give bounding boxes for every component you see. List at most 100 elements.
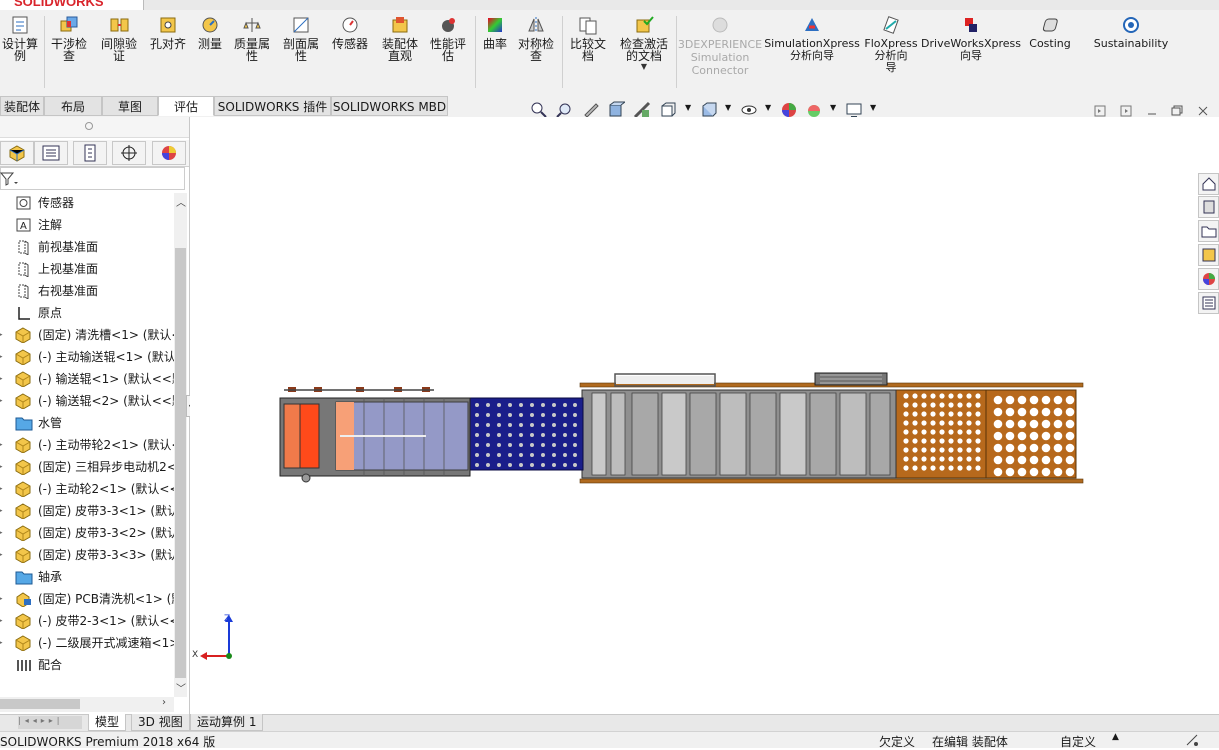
expand-arrow-icon[interactable]: ▸ (0, 632, 4, 654)
panel-splitter[interactable] (0, 117, 189, 138)
tree-item[interactable]: 配合 (0, 654, 175, 676)
expand-arrow-icon[interactable]: ▸ (0, 390, 4, 412)
scroll-down-icon[interactable]: ﹀ (176, 680, 186, 695)
task-pane-home[interactable] (1198, 173, 1219, 195)
unit-system-dropdown-icon[interactable]: ▲ (1112, 732, 1119, 742)
tree-item[interactable]: 轴承 (0, 566, 175, 588)
measure-button[interactable]: 测量 (194, 14, 226, 50)
configurationmanager-tab[interactable] (73, 141, 107, 165)
tab-model[interactable]: 模型 (88, 714, 127, 731)
unit-system[interactable]: 自定义 (1060, 733, 1096, 750)
tab-evaluate[interactable]: 评估 (158, 96, 214, 116)
tree-item[interactable]: ▸ (-) 皮带2-3<1> (默认<< (0, 610, 175, 632)
tree-item[interactable]: ▸ (-) 输送辊<1> (默认<<默 (0, 368, 175, 390)
expand-arrow-icon[interactable]: ▸ (0, 610, 4, 632)
expand-arrow-icon[interactable]: ▸ (0, 588, 4, 610)
tree-item[interactable]: ▸ (固定) 皮带3-3<1> (默认 (0, 500, 175, 522)
scrollbar-thumb[interactable] (0, 699, 80, 709)
propertymanager-tab[interactable] (34, 141, 68, 165)
curvature-button[interactable]: 曲率 (480, 14, 510, 50)
tree-item[interactable]: ▸ (固定) 皮带3-3<2> (默认 (0, 522, 175, 544)
expand-arrow-icon[interactable]: ▸ (0, 324, 4, 346)
mass-properties-button[interactable]: 质量属 性 (230, 14, 274, 62)
tab-solidworks-addins[interactable]: SOLIDWORKS 插件 (214, 96, 331, 116)
design-study-button[interactable]: 设计算 例 (0, 14, 40, 62)
tree-item[interactable]: ▸ (固定) 清洗槽<1> (默认< (0, 324, 175, 346)
quick-tips-icon[interactable] (1185, 733, 1199, 747)
section-properties-button[interactable]: 剖面属 性 (279, 14, 323, 62)
expand-arrow-icon[interactable]: ▸ (0, 500, 4, 522)
assembly-visualization-button[interactable]: 装配体 直观 (377, 14, 423, 62)
display-manager-tab[interactable] (152, 141, 186, 165)
scroll-right-icon[interactable]: › (162, 697, 166, 708)
solidworks-logo[interactable]: SOLIDWORKS (0, 0, 144, 10)
check-active-document-button[interactable]: 检查激活 的文档 ▼ (614, 14, 674, 71)
tree-item[interactable]: ▸ (-) 输送辊<2> (默认<<默 (0, 390, 175, 412)
task-pane-view-palette[interactable] (1198, 244, 1219, 266)
scrollbar-thumb[interactable] (175, 248, 186, 678)
restore-panel-icon[interactable] (1093, 104, 1107, 118)
expand-panel-icon[interactable] (1119, 104, 1133, 118)
tree-item[interactable]: 传感器 (0, 192, 175, 214)
filter-input[interactable] (0, 167, 185, 190)
task-pane-file-explorer[interactable] (1198, 220, 1219, 242)
dropdown-arrow-icon[interactable]: ▼ (765, 103, 771, 112)
tree-item[interactable]: ▸ (-) 二级展开式减速箱<1> (0, 632, 175, 654)
tab-sketch[interactable]: 草图 (102, 96, 158, 116)
costing-button[interactable]: Costing (1026, 14, 1074, 50)
tree-item[interactable]: ▸ (固定) 皮带3-3<3> (默认 (0, 544, 175, 566)
hole-align-button[interactable]: 孔对齐 (146, 14, 190, 50)
interference-check-button[interactable]: 干涉检 查 (48, 14, 90, 62)
expand-arrow-icon[interactable]: ▸ (0, 434, 4, 456)
tab-assembly[interactable]: 装配体 (0, 96, 44, 116)
tab-motion-study-1[interactable]: 运动算例 1 (190, 714, 264, 731)
expand-arrow-icon[interactable]: ▸ (0, 544, 4, 566)
tree-item[interactable]: ▸ (-) 主动轮2<1> (默认<< (0, 478, 175, 500)
dropdown-arrow-icon[interactable]: ▼ (870, 103, 876, 112)
tab-layout[interactable]: 布局 (44, 96, 102, 116)
restore-window-icon[interactable] (1170, 104, 1184, 118)
tree-item[interactable]: 水管 (0, 412, 175, 434)
minimize-window-icon[interactable] (1145, 104, 1159, 118)
task-pane-custom-properties[interactable] (1198, 292, 1219, 314)
dropdown-arrow-icon[interactable]: ▼ (685, 103, 691, 112)
tab-navigation-arrows[interactable]: |◂◂▸▸| (18, 716, 82, 729)
simulationxpress-button[interactable]: SimulationXpress 分析向导 (764, 14, 860, 62)
sensor-button[interactable]: 传感器 (328, 14, 372, 50)
tree-item[interactable]: 上视基准面 (0, 258, 175, 280)
triad-z-label: Z (224, 614, 231, 624)
tree-item[interactable]: 原点 (0, 302, 175, 324)
floxpress-button[interactable]: FloXpress 分析向 导 (864, 14, 918, 74)
expand-arrow-icon[interactable]: ▸ (0, 346, 4, 368)
dropdown-arrow-icon[interactable]: ▼ (830, 103, 836, 112)
tree-item[interactable]: ▸ (-) 主动输送辊<1> (默认 (0, 346, 175, 368)
tree-item[interactable]: ▸ (固定) 三相异步电动机2< (0, 456, 175, 478)
scroll-up-icon[interactable]: ︿ (176, 194, 186, 209)
expand-arrow-icon[interactable]: ▸ (0, 456, 4, 478)
tab-3d-view[interactable]: 3D 视图 (131, 714, 190, 731)
tree-item[interactable]: 右视基准面 (0, 280, 175, 302)
expand-arrow-icon[interactable]: ▸ (0, 368, 4, 390)
driveworksxpress-button[interactable]: DriveWorksXpress 向导 (921, 14, 1021, 62)
close-window-icon[interactable] (1196, 104, 1210, 118)
compare-documents-button[interactable]: 比较文 档 (566, 14, 610, 62)
dropdown-arrow-icon[interactable]: ▼ (725, 103, 731, 112)
tab-solidworks-mbd[interactable]: SOLIDWORKS MBD (331, 96, 448, 116)
dimxpert-tab[interactable] (112, 141, 146, 165)
sustainability-button[interactable]: Sustainability (1092, 14, 1170, 50)
tree-item[interactable]: 前视基准面 (0, 236, 175, 258)
expand-arrow-icon[interactable]: ▸ (0, 478, 4, 500)
clearance-verify-button[interactable]: 间隙验 证 (96, 14, 142, 62)
featuremanager-tab[interactable] (0, 141, 34, 165)
tree-item[interactable]: A 注解 (0, 214, 175, 236)
assembly-model-view[interactable] (270, 360, 1090, 495)
tree-item-label: (-) 主动带轮2<1> (默认< (38, 438, 175, 452)
tree-item[interactable]: ▸ (固定) PCB清洗机<1> (默 (0, 588, 175, 610)
tree-item[interactable]: ▸ (-) 主动带轮2<1> (默认< (0, 434, 175, 456)
task-pane-appearances[interactable] (1198, 268, 1219, 290)
symmetry-check-button[interactable]: 对称检 查 (514, 14, 558, 62)
task-pane-design-library[interactable] (1198, 196, 1219, 218)
performance-evaluation-button[interactable]: 性能评 估 (426, 14, 470, 62)
expand-arrow-icon[interactable]: ▸ (0, 522, 4, 544)
dropdown-arrow-icon[interactable]: ▼ (641, 62, 647, 71)
